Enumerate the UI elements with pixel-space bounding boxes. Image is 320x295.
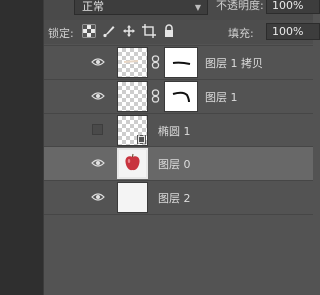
opacity-input[interactable]: 100%: [266, 0, 320, 14]
layer-thumbnail: [117, 47, 148, 78]
chain-link-icon[interactable]: [151, 89, 160, 103]
lock-position-icon[interactable]: [122, 24, 136, 38]
layer-thumbnail: [117, 81, 148, 112]
layer-row-0-selected[interactable]: 图层 0: [44, 147, 313, 180]
lock-fill-bar: 锁定: 填充: 100%: [44, 20, 320, 44]
shape-layer-icon: [137, 135, 146, 144]
layer-name[interactable]: 图层 1 拷贝: [205, 55, 263, 71]
blend-mode-select[interactable]: 正常 ▼: [74, 0, 208, 15]
lock-artboard-icon[interactable]: [142, 24, 156, 38]
layer-name[interactable]: 图层 0: [158, 156, 191, 172]
eye-icon[interactable]: [91, 158, 105, 168]
left-dock-strip: [0, 0, 44, 295]
lock-all-icon[interactable]: [162, 24, 176, 38]
stroke-line-icon: [172, 61, 191, 65]
chain-link-icon[interactable]: [151, 55, 160, 69]
fill-input[interactable]: 100%: [266, 23, 320, 40]
fill-label: 填充:: [228, 27, 254, 40]
layer-thumbnail: [117, 115, 148, 146]
layer-mask-thumbnail[interactable]: [164, 47, 198, 78]
blend-mode-value: 正常: [82, 0, 104, 13]
blend-opacity-bar: 正常 ▼ 不透明度: 100%: [44, 0, 320, 20]
opacity-label: 不透明度:: [216, 0, 264, 12]
eye-icon[interactable]: [91, 91, 105, 101]
layer-row-copy[interactable]: 图层 1 拷贝: [44, 46, 313, 79]
lock-image-pixels-icon[interactable]: [102, 24, 116, 38]
lock-label: 锁定:: [48, 27, 74, 40]
layer-thumbnail: [117, 148, 148, 179]
layers-panel: 正常 ▼ 不透明度: 100% 锁定: 填充: 100% 图层 1 拷贝 图层 …: [44, 0, 320, 295]
layer-thumbnail: [117, 182, 148, 213]
layer-name[interactable]: 图层 1: [205, 89, 238, 105]
chevron-down-icon: ▼: [194, 3, 201, 12]
layer-name[interactable]: 椭圆 1: [158, 123, 191, 139]
layer-row-ellipse[interactable]: 椭圆 1: [44, 114, 313, 147]
apple-image-icon: [125, 153, 140, 171]
layer-row-2[interactable]: 图层 2: [44, 181, 313, 214]
eye-icon[interactable]: [91, 192, 105, 202]
eye-icon[interactable]: [91, 57, 105, 67]
layer-mask-thumbnail[interactable]: [164, 81, 198, 112]
visibility-toggle-off[interactable]: [92, 124, 103, 135]
layer-name[interactable]: 图层 2: [158, 190, 191, 206]
lock-transparent-pixels-icon[interactable]: [82, 24, 96, 38]
divider: [44, 214, 313, 215]
stroke-curve-icon: [172, 91, 190, 103]
layer-row-1[interactable]: 图层 1: [44, 80, 313, 113]
brush-stroke-icon: [123, 60, 139, 63]
